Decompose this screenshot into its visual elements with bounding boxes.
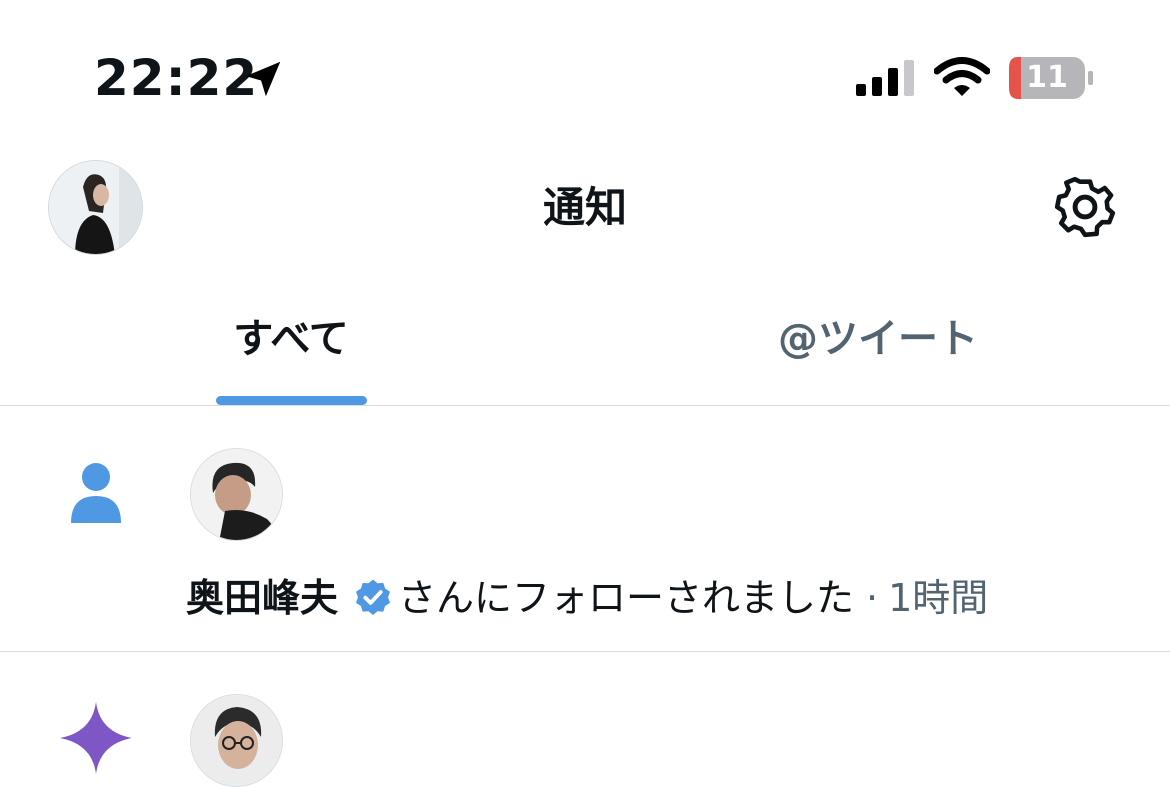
notification-text[interactable]: 奥田峰夫 さんにフォローされました · 1時間 bbox=[186, 570, 988, 626]
tabs-divider bbox=[0, 405, 1170, 406]
battery-level: 11 bbox=[1026, 60, 1068, 95]
cellular-signal-icon bbox=[856, 60, 914, 96]
person-icon bbox=[71, 463, 121, 523]
sparkle-icon bbox=[60, 702, 132, 774]
separator: · bbox=[866, 576, 879, 620]
active-tab-indicator bbox=[216, 396, 367, 405]
wifi-icon bbox=[934, 57, 990, 96]
status-time: 22:22 bbox=[94, 49, 259, 107]
page-title: 通知 bbox=[542, 183, 627, 232]
verified-badge-icon bbox=[356, 579, 390, 615]
notification-action-text: さんにフォローされました bbox=[398, 576, 855, 620]
notification-divider bbox=[0, 651, 1170, 652]
notification-user-name[interactable]: 奥田峰夫 bbox=[186, 570, 338, 626]
tab-all[interactable]: すべて bbox=[200, 310, 382, 368]
gear-icon[interactable] bbox=[1052, 174, 1118, 240]
notification-time: 1時間 bbox=[888, 576, 989, 620]
follower-avatar[interactable] bbox=[190, 448, 283, 541]
tab-mentions[interactable]: @ツイート bbox=[700, 310, 1056, 368]
avatar-image bbox=[191, 695, 282, 786]
avatar-image bbox=[191, 449, 282, 540]
location-arrow-icon bbox=[245, 61, 281, 97]
notification-avatar[interactable] bbox=[190, 694, 283, 787]
